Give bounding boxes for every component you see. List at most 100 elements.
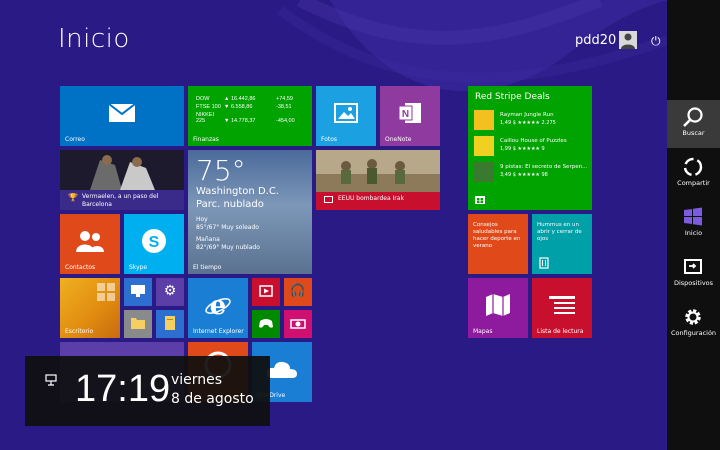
tile-app-pc[interactable] bbox=[124, 278, 152, 306]
tile-app-docs[interactable] bbox=[156, 310, 184, 338]
store-item: Rayman Jungle Run 1,49 $ ★★★★★ 2.275 bbox=[474, 110, 584, 130]
skype-icon: S bbox=[142, 229, 166, 253]
tile-app-settings[interactable]: ⚙ bbox=[156, 278, 184, 306]
desktop-icon bbox=[97, 283, 115, 301]
game-thumbnail bbox=[474, 136, 494, 156]
charm-label: Compartir bbox=[677, 179, 710, 187]
tile-label: Finanzas bbox=[193, 136, 219, 143]
clock-day: viernes bbox=[171, 372, 223, 388]
sports-photo bbox=[60, 150, 184, 190]
finance-row: NIKKEI 225 ▼ 14.778,37 -454,00 bbox=[196, 112, 295, 124]
svg-text:N: N bbox=[402, 109, 409, 120]
windows-logo-icon bbox=[684, 207, 702, 226]
photos-icon bbox=[334, 103, 358, 123]
cloud-icon bbox=[266, 361, 297, 378]
tile-label: Vermaelen, a un paso del Barcelona bbox=[82, 193, 159, 208]
tile-label: Correo bbox=[65, 136, 85, 143]
weather-today-label: Hoy bbox=[196, 216, 208, 223]
charm-dispositivos[interactable]: Dispositivos bbox=[667, 250, 720, 298]
tile-mapas[interactable]: Mapas bbox=[468, 278, 528, 338]
tile-escritorio[interactable]: Escritorio bbox=[60, 278, 120, 338]
tile-label: Escritorio bbox=[65, 328, 94, 335]
tile-app-music[interactable]: 🎧 bbox=[284, 278, 312, 306]
tile-text: Hummus en un abrir y cerrar de ojos bbox=[537, 222, 582, 242]
charm-label: Configuración bbox=[670, 329, 717, 337]
tile-text: Consejos saludables para hacer deporte e… bbox=[473, 222, 521, 249]
weather-tomorrow: 82°/69° Muy nublado bbox=[196, 244, 260, 251]
game-thumbnail bbox=[474, 162, 494, 182]
charm-label: Inicio bbox=[684, 229, 703, 237]
tile-label: Skype bbox=[129, 264, 148, 271]
charm-label: Buscar bbox=[682, 129, 705, 137]
user-icon bbox=[621, 33, 635, 49]
headphones-icon: 🎧 bbox=[289, 283, 307, 299]
user-avatar[interactable] bbox=[619, 31, 637, 49]
game-thumbnail bbox=[474, 110, 494, 130]
people-icon bbox=[76, 231, 104, 252]
folder-icon bbox=[131, 317, 145, 329]
weather-tomorrow-label: Mañana bbox=[196, 236, 220, 243]
news-icon bbox=[324, 196, 333, 203]
store-item: 9 pistas: El secreto de Serpen... 3,49 $… bbox=[474, 162, 587, 182]
weather-today: 85°/67° Muy soleado bbox=[196, 224, 259, 231]
weather-condition: Parc. nublado bbox=[196, 199, 264, 210]
onenote-icon: N bbox=[398, 103, 421, 123]
svg-text:S: S bbox=[149, 234, 160, 251]
trophy-icon: 🏆 bbox=[68, 193, 78, 202]
weather-temp: 75° bbox=[196, 154, 246, 187]
charm-label: Dispositivos bbox=[673, 279, 714, 287]
finance-row: FTSE 100 ▼ 6.558,86 -38,51 bbox=[196, 104, 292, 110]
video-icon bbox=[259, 284, 273, 297]
tile-salud[interactable]: Consejos saludables para hacer deporte e… bbox=[468, 214, 528, 274]
tile-contactos[interactable]: Contactos bbox=[60, 214, 120, 274]
weather-city: Washington D.C. bbox=[196, 186, 279, 197]
tile-deportes[interactable]: 🏆 Vermaelen, a un paso del Barcelona bbox=[60, 150, 184, 210]
charm-configuracion[interactable]: Configuración bbox=[667, 300, 720, 348]
tile-label: EEUU bombardea Irak bbox=[338, 195, 404, 202]
tile-app-video[interactable] bbox=[252, 278, 280, 306]
tile-label: Mapas bbox=[473, 328, 493, 335]
food-icon bbox=[539, 257, 549, 269]
tile-app-camera[interactable] bbox=[284, 310, 312, 338]
search-icon bbox=[683, 107, 703, 127]
charm-compartir[interactable]: Compartir bbox=[667, 150, 720, 198]
store-item: Caillou House of Puzzles 1,99 $ ★★★★★ 9 bbox=[474, 136, 584, 156]
store-title: Red Stripe Deals bbox=[475, 92, 550, 102]
tile-comida[interactable]: Hummus en un abrir y cerrar de ojos bbox=[532, 214, 592, 274]
store-icon bbox=[475, 196, 485, 204]
tile-correo[interactable]: Correo bbox=[60, 86, 184, 146]
tile-skype[interactable]: S Skype bbox=[124, 214, 184, 274]
tile-ie[interactable]: e Internet Explorer bbox=[188, 278, 248, 338]
tile-tiempo[interactable]: 75° Washington D.C. Parc. nublado Hoy 85… bbox=[188, 150, 312, 274]
finance-row: DOW ▲ 16.442,86 +74,59 bbox=[196, 96, 293, 102]
tile-noticias[interactable]: EEUU bombardea Irak bbox=[316, 150, 440, 210]
computer-icon bbox=[131, 284, 145, 297]
tile-lectura[interactable]: Lista de lectura bbox=[532, 278, 592, 338]
svg-text:e: e bbox=[210, 291, 227, 319]
network-icon bbox=[45, 374, 57, 386]
tile-onenote[interactable]: N OneNote bbox=[380, 86, 440, 146]
tile-store[interactable]: Red Stripe Deals Rayman Jungle Run 1,49 … bbox=[468, 86, 592, 210]
tile-finanzas[interactable]: DOW ▲ 16.442,86 +74,59 FTSE 100 ▼ 6.558,86-… bbox=[188, 86, 312, 146]
tile-app-games[interactable] bbox=[252, 310, 280, 338]
charm-inicio[interactable]: Inicio bbox=[667, 200, 720, 248]
tile-label: Lista de lectura bbox=[537, 328, 584, 335]
clock-panel: 17:19 viernes 8 de agosto bbox=[25, 356, 270, 426]
tile-label: Fotos bbox=[321, 136, 338, 143]
page-title: Inicio bbox=[58, 24, 130, 54]
user-name[interactable]: pdd20 bbox=[575, 33, 616, 48]
clock-time: 17:19 bbox=[75, 368, 171, 410]
tile-fotos[interactable]: Fotos bbox=[316, 86, 376, 146]
tile-app-explorer[interactable] bbox=[124, 310, 152, 338]
internet-explorer-icon: e bbox=[205, 291, 231, 319]
gear-icon: ⚙ bbox=[163, 282, 177, 299]
clock-date: 8 de agosto bbox=[171, 391, 254, 407]
mail-icon bbox=[108, 103, 136, 122]
map-icon bbox=[486, 294, 510, 316]
gear-icon bbox=[685, 309, 701, 325]
tile-label: Internet Explorer bbox=[193, 328, 244, 335]
charm-buscar[interactable]: Buscar bbox=[667, 100, 720, 148]
documents-icon bbox=[165, 315, 175, 330]
share-icon bbox=[683, 157, 703, 177]
power-icon[interactable]: ⏻ bbox=[651, 34, 661, 49]
